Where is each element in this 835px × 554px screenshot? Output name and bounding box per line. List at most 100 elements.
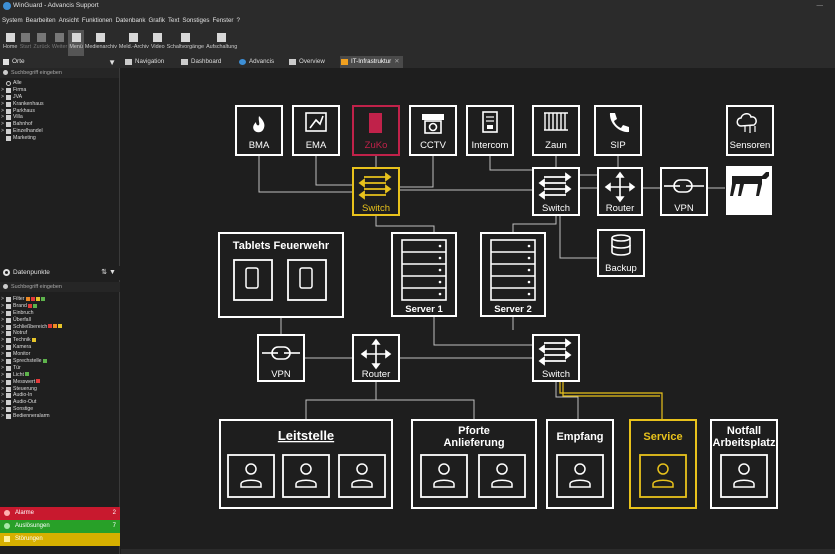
switch-mid[interactable]: Switch bbox=[532, 334, 580, 382]
menu-fenster[interactable]: Fenster bbox=[213, 12, 234, 30]
dp-item-kamera[interactable]: > Kamera bbox=[0, 344, 120, 351]
device-zaun[interactable]: Zaun bbox=[532, 105, 580, 156]
server-2[interactable]: Server 2 bbox=[480, 232, 546, 317]
device-zuko[interactable]: ZuKo bbox=[352, 105, 400, 156]
chevron-right-icon[interactable]: > bbox=[1, 121, 4, 128]
datenpunkte-search-input[interactable]: Suchbegriff eingeben bbox=[0, 282, 120, 292]
menu-datenbank[interactable]: Datenbank bbox=[116, 12, 146, 30]
chevron-right-icon[interactable]: > bbox=[1, 94, 4, 101]
dp-item-sonstige[interactable]: > Sonstige bbox=[0, 406, 120, 413]
chevron-right-icon[interactable]: > bbox=[1, 101, 4, 108]
tree-item-alle[interactable]: Alle bbox=[0, 80, 119, 87]
chevron-right-icon[interactable]: > bbox=[1, 399, 4, 406]
stoerungen-bar[interactable]: Störungen bbox=[0, 533, 120, 546]
home-button[interactable]: Home bbox=[2, 30, 18, 56]
dp-item-audio-in[interactable]: > Audio-In bbox=[0, 392, 120, 399]
tab-overview[interactable]: Overview bbox=[288, 56, 325, 68]
menu-bearbeiten[interactable]: Bearbeiten bbox=[26, 12, 56, 30]
tree-item-villa[interactable]: > Villa bbox=[0, 114, 119, 121]
dp-item-einbruch[interactable]: > Einbruch bbox=[0, 310, 120, 317]
tablets-feuerwehr-group[interactable]: Tablets Feuerwehr bbox=[218, 232, 344, 318]
robot-dog-icon[interactable] bbox=[726, 166, 772, 215]
chevron-right-icon[interactable]: > bbox=[1, 114, 4, 121]
chevron-right-icon[interactable]: > bbox=[1, 372, 4, 379]
tab-dashboard[interactable]: Dashboard bbox=[180, 56, 221, 68]
forward-button[interactable]: Weiter bbox=[51, 30, 68, 56]
menu-funktionen[interactable]: Funktionen bbox=[82, 12, 113, 30]
menu-ansicht[interactable]: Ansicht bbox=[59, 12, 79, 30]
dp-item-monitor[interactable]: > Monitor bbox=[0, 351, 120, 358]
chevron-right-icon[interactable]: > bbox=[1, 406, 4, 413]
medienarchiv-button[interactable]: Medienarchiv bbox=[84, 30, 118, 56]
minimize-button[interactable]: — bbox=[817, 0, 824, 12]
notfall-arbeitsplatz-group[interactable]: Notfall Arbeitsplatz bbox=[710, 419, 778, 509]
dp-item-bedieneralarm[interactable]: > Bedienneralarm bbox=[0, 413, 120, 420]
dp-item-brand[interactable]: > Brand bbox=[0, 303, 120, 310]
dp-item-messwert[interactable]: > Messwert bbox=[0, 379, 120, 386]
device-cctv[interactable]: CCTV bbox=[409, 105, 457, 156]
dp-item-licht[interactable]: > Licht bbox=[0, 372, 120, 379]
menu-text[interactable]: Text bbox=[168, 12, 179, 30]
tab-it-infrastruktur[interactable]: IT-Infrastruktur ✕ bbox=[340, 56, 404, 68]
start-button[interactable]: Start bbox=[18, 30, 32, 56]
close-icon[interactable]: ✕ bbox=[394, 58, 399, 65]
chevron-right-icon[interactable]: > bbox=[1, 379, 4, 386]
pforte-anlieferung-group[interactable]: Pforte Anlieferung bbox=[411, 419, 537, 509]
chevron-right-icon[interactable]: > bbox=[1, 330, 4, 337]
orte-search-input[interactable]: Suchbegriff eingeben bbox=[0, 68, 119, 78]
dp-item-notruf[interactable]: > Notruf bbox=[0, 330, 120, 337]
dp-item-technik[interactable]: > Technik bbox=[0, 337, 120, 344]
chevron-right-icon[interactable]: > bbox=[1, 296, 4, 303]
chevron-right-icon[interactable]: > bbox=[1, 310, 4, 317]
filter-icon[interactable]: ⇅ ▼ bbox=[101, 266, 116, 280]
router-mid[interactable]: Router bbox=[352, 334, 400, 382]
video-button[interactable]: Video bbox=[150, 30, 166, 56]
dp-item-steuerung[interactable]: > Steuerung bbox=[0, 386, 120, 393]
tree-item-bahnhof[interactable]: > Bahnhof bbox=[0, 121, 119, 128]
chevron-right-icon[interactable]: > bbox=[1, 87, 4, 94]
chevron-right-icon[interactable]: > bbox=[1, 317, 4, 324]
backup-storage[interactable]: Backup bbox=[597, 229, 645, 277]
dp-item-schliessbereich[interactable]: > Schließbereich bbox=[0, 324, 120, 331]
tree-item-marketing[interactable]: Marketing bbox=[0, 135, 119, 142]
router-top[interactable]: Router bbox=[597, 167, 643, 216]
menu-help[interactable]: ? bbox=[236, 12, 239, 30]
vpn-mid[interactable]: VPN bbox=[257, 334, 305, 382]
menu-grafik[interactable]: Grafik bbox=[148, 12, 165, 30]
dp-item-tuer[interactable]: > Tür bbox=[0, 365, 120, 372]
menu-sonstiges[interactable]: Sonstiges bbox=[182, 12, 209, 30]
tab-advancis[interactable]: Advancis bbox=[238, 56, 274, 68]
service-group[interactable]: Service bbox=[629, 419, 697, 509]
server-1[interactable]: Server 1 bbox=[391, 232, 457, 317]
meldarchiv-button[interactable]: Meld.-Archiv bbox=[118, 30, 150, 56]
chevron-right-icon[interactable]: > bbox=[1, 358, 4, 365]
device-ema[interactable]: EMA bbox=[292, 105, 340, 156]
chevron-right-icon[interactable]: > bbox=[1, 351, 4, 358]
chevron-right-icon[interactable]: > bbox=[1, 365, 4, 372]
chevron-right-icon[interactable]: > bbox=[1, 128, 4, 135]
switch-top-left[interactable]: Switch bbox=[352, 167, 400, 216]
dp-item-ueberfall[interactable]: > Überfall bbox=[0, 317, 120, 324]
tree-item-jva[interactable]: > JVA bbox=[0, 94, 119, 101]
tree-item-einzelhandel[interactable]: > Einzelhandel bbox=[0, 128, 119, 135]
chevron-right-icon[interactable]: > bbox=[1, 413, 4, 420]
leitstelle-group[interactable]: Leitstelle bbox=[219, 419, 393, 509]
dp-item-sprechstelle[interactable]: > Sprechstelle bbox=[0, 358, 120, 365]
dp-item-audio-out[interactable]: > Audio-Out bbox=[0, 399, 120, 406]
alarme-bar[interactable]: Alarme 2 bbox=[0, 507, 120, 520]
chevron-right-icon[interactable]: > bbox=[1, 392, 4, 399]
schaltvorgaenge-button[interactable]: Schaltvorgänge bbox=[166, 30, 205, 56]
device-intercom[interactable]: Intercom bbox=[466, 105, 514, 156]
chevron-right-icon[interactable]: > bbox=[1, 344, 4, 351]
device-bma[interactable]: BMA bbox=[235, 105, 283, 156]
tab-navigation[interactable]: Navigation bbox=[124, 56, 164, 68]
chevron-right-icon[interactable]: > bbox=[1, 324, 4, 331]
ausloesungen-bar[interactable]: Auslösungen 7 bbox=[0, 520, 120, 533]
tree-item-krankenhaus[interactable]: > Krankenhaus bbox=[0, 101, 119, 108]
vpn-top[interactable]: VPN bbox=[660, 167, 708, 216]
tree-item-firma[interactable]: > Firma bbox=[0, 87, 119, 94]
aufschaltung-button[interactable]: Aufschaltung bbox=[205, 30, 238, 56]
device-sensoren[interactable]: Sensoren bbox=[726, 105, 774, 156]
switch-top-right[interactable]: Switch bbox=[532, 167, 580, 216]
empfang-group[interactable]: Empfang bbox=[546, 419, 614, 509]
